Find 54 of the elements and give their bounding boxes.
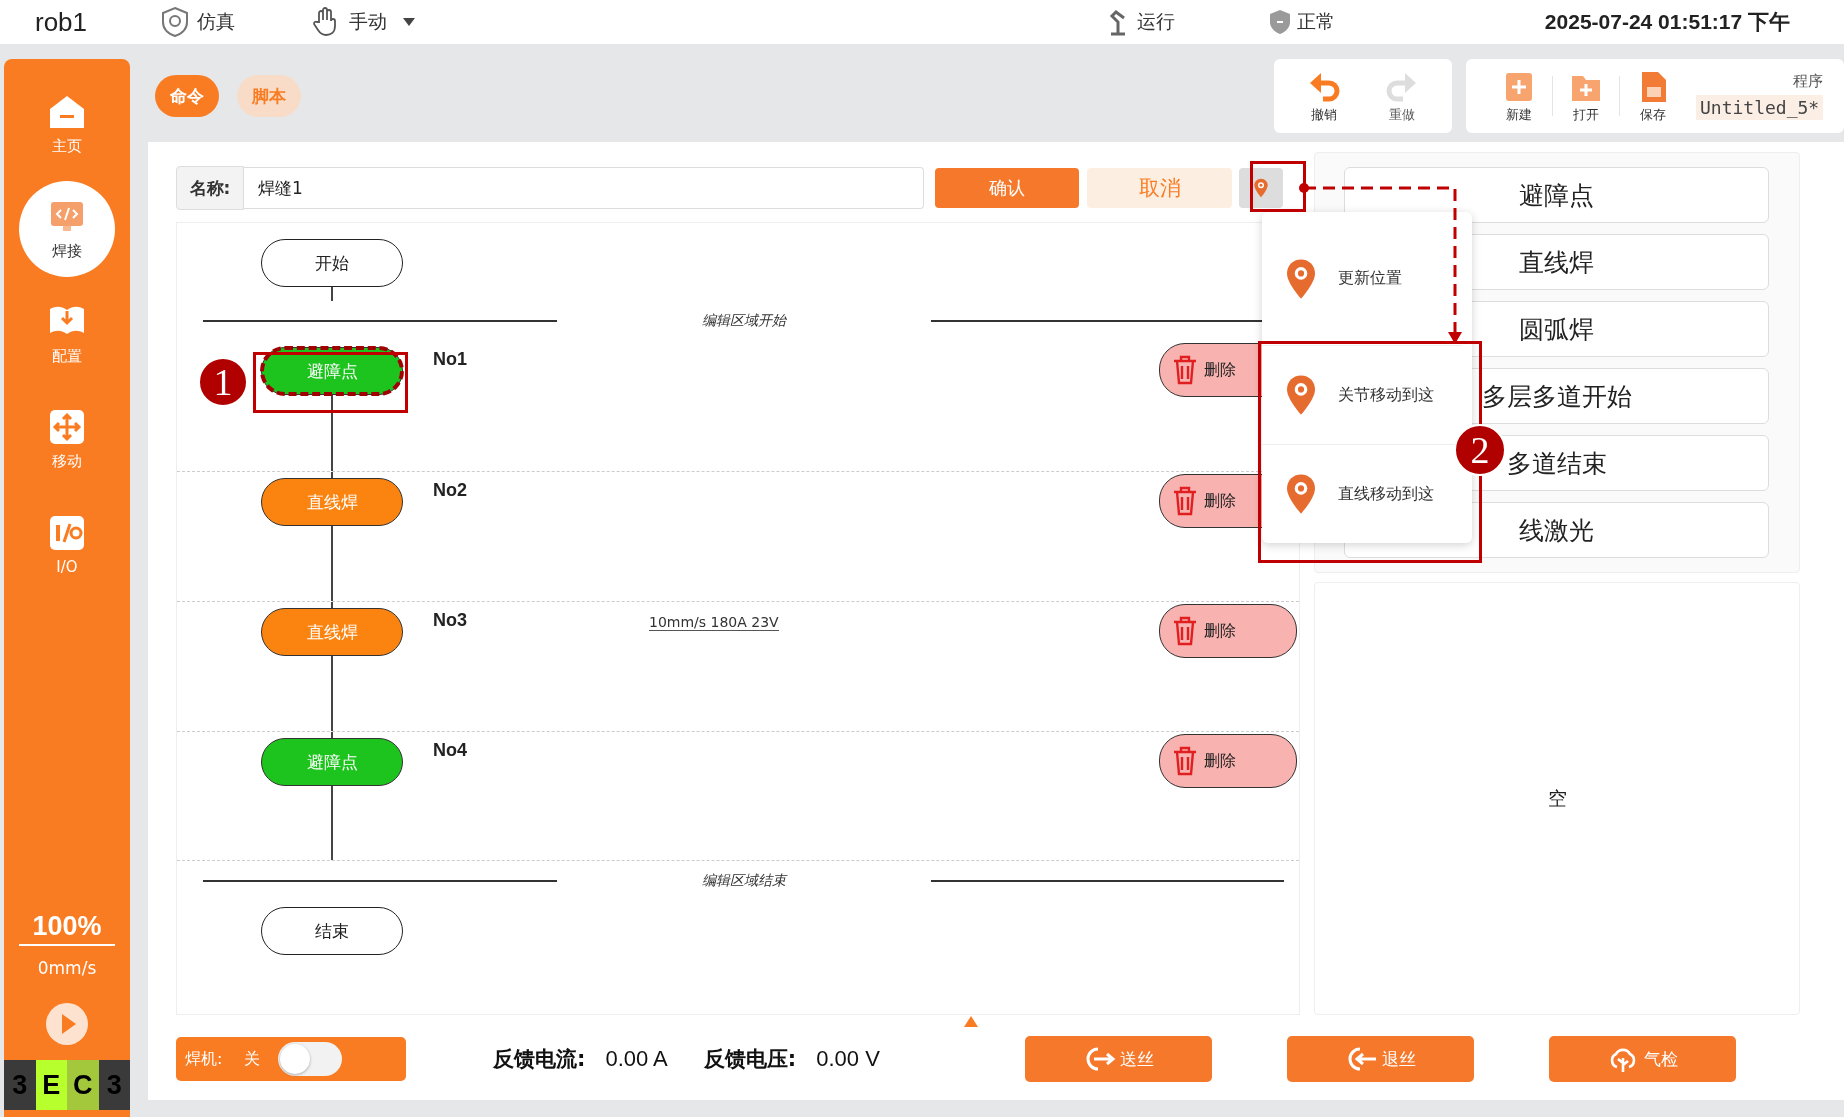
step-marker: 1 [198,357,248,407]
name-label: 名称: [176,166,244,210]
highlight-frame [1250,161,1306,212]
empty-text: 空 [1547,785,1567,811]
new-button[interactable]: 新建 [1486,68,1552,124]
program-label: 程序 [1793,72,1824,91]
location-pin-icon [1284,257,1318,300]
current-value: 0.00 A [605,1046,668,1072]
welder-label: 焊机: [185,1048,223,1070]
delete-button[interactable]: 删除 [1159,734,1297,788]
save-button[interactable]: 保存 [1620,68,1686,124]
step-parameters: 10mm/s 180A 23V [649,602,779,631]
trash-icon [1172,616,1198,646]
speed-value: 0mm/s [37,958,97,978]
robot-name: rob1 [35,6,88,38]
control-mode-dropdown[interactable]: 手动 [349,9,388,35]
nav-item[interactable]: 焊接 [19,180,115,277]
play-icon[interactable] [45,1002,89,1046]
menu-item[interactable]: 关节移动到这 [1262,345,1462,444]
voltage-label: 反馈电压: [703,1046,797,1073]
undo-button[interactable]: 撤销 [1291,68,1357,124]
position-button[interactable] [1239,168,1283,208]
logo-badge: 3 E C 3 [4,1060,130,1110]
welder-state: 关 [244,1048,261,1070]
location-pin-icon [1284,374,1318,416]
location-pin-icon [1253,178,1269,198]
trash-icon [1172,355,1198,385]
end-node[interactable]: 结束 [261,907,403,955]
voltage-value: 0.00 V [816,1046,880,1072]
expand-arrow-icon[interactable] [963,1015,979,1028]
delete-button[interactable]: 删除 [1159,604,1297,658]
step-number: No2 [433,479,468,502]
shield-icon [1268,9,1291,35]
status-text: 正常 [1296,9,1335,34]
trash-icon [1172,746,1198,776]
command-button[interactable]: 避障点 [1344,167,1769,223]
welder-toggle[interactable] [278,1042,343,1076]
speed-percent: 100% [19,911,115,946]
date-time: 2025-07-24 01:51:17 下午 [1544,9,1790,35]
step-number: No1 [433,348,468,371]
step-number: No4 [433,739,468,762]
name-field[interactable]: 焊缝1 [244,167,924,209]
step-number: No3 [433,609,468,632]
region-end-label: 编辑区域结束 [700,872,789,890]
location-pin-icon [1284,473,1318,515]
open-button[interactable]: 打开 [1553,68,1619,124]
start-node[interactable]: 开始 [261,239,403,287]
caret-icon[interactable] [401,16,418,28]
program-name-field[interactable]: Untitled_5* [1696,95,1824,120]
trash-icon [1172,486,1198,516]
run-state: 运行 [1136,9,1175,34]
region-start-label: 编辑区域开始 [700,312,788,330]
mode-label[interactable]: 仿真 [197,9,236,35]
current-label: 反馈电流: [493,1046,586,1073]
